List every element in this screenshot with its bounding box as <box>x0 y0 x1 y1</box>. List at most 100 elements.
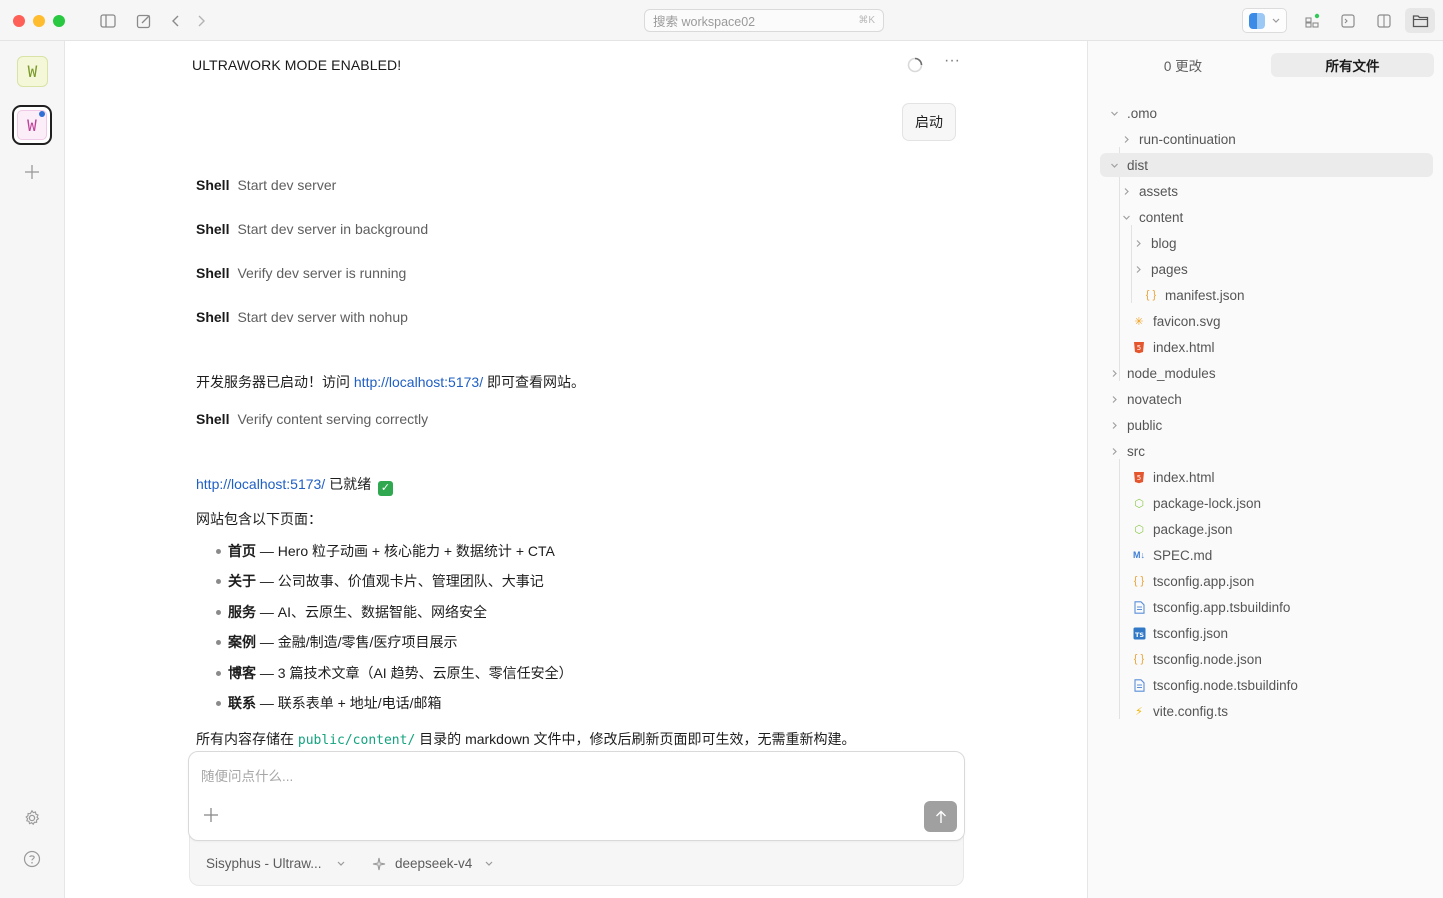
svg-file-icon: ✳ <box>1134 315 1144 328</box>
shell-step[interactable]: Shell Verify dev server is running <box>196 265 406 281</box>
new-session-icon[interactable] <box>134 11 154 31</box>
shell-label: Shell <box>196 265 230 281</box>
page-desc: — AI、云原生、数据智能、网络安全 <box>256 603 488 620</box>
chevron-down-icon <box>1120 211 1132 223</box>
pages-intro: 网站包含以下页面： <box>196 511 322 527</box>
tree-file-row[interactable]: ✳ favicon.svg <box>1100 309 1433 333</box>
tree-folder-row[interactable]: novatech <box>1100 387 1433 411</box>
back-chevron-icon[interactable] <box>166 11 186 31</box>
add-attachment-icon[interactable] <box>203 807 223 827</box>
terminal-icon[interactable] <box>1336 8 1360 33</box>
page-name: 联系 <box>228 694 256 711</box>
tree-item-label: content <box>1139 209 1184 225</box>
tree-file-row[interactable]: M↓ SPEC.md <box>1100 543 1433 567</box>
message-text: 所有内容存储在 <box>196 731 298 747</box>
shell-step[interactable]: Shell Start dev server in background <box>196 221 428 237</box>
help-icon[interactable] <box>22 849 42 869</box>
model-selector[interactable]: deepseek-v4 <box>372 856 494 871</box>
json-file-icon: { } <box>1133 575 1145 587</box>
chevron-right-icon <box>1108 393 1120 405</box>
add-workspace-icon[interactable] <box>22 162 42 182</box>
agent-label: Sisyphus - Ultraw... <box>206 856 322 871</box>
page-name: 关于 <box>228 573 256 590</box>
tree-item-label: favicon.svg <box>1153 313 1221 329</box>
workspace-sidebar: W W <box>0 41 65 898</box>
html-file-icon: 5 <box>1132 470 1146 484</box>
tree-file-row[interactable]: { } tsconfig.app.json <box>1100 569 1433 593</box>
svg-text:5: 5 <box>1137 344 1141 352</box>
file-file-icon <box>1132 600 1146 614</box>
minimize-window-button[interactable] <box>33 15 45 27</box>
tree-folder-row[interactable]: assets <box>1100 179 1433 203</box>
tree-item-label: blog <box>1151 235 1177 251</box>
tree-folder-row[interactable]: .omo <box>1100 101 1433 125</box>
search-input[interactable]: 搜索 workspace02 ⌘K <box>644 9 884 32</box>
tree-folder-row[interactable]: public <box>1100 413 1433 437</box>
workspace-avatar-2[interactable]: W <box>12 105 52 145</box>
chevron-right-icon <box>1108 367 1120 379</box>
layout-grid-icon[interactable] <box>1300 8 1324 33</box>
tree-file-row[interactable]: { } tsconfig.node.json <box>1100 647 1433 671</box>
tree-folder-row[interactable]: pages <box>1100 257 1433 281</box>
tree-file-row[interactable]: tsconfig.app.tsbuildinfo <box>1100 595 1433 619</box>
shell-step[interactable]: Shell Start dev server with nohup <box>196 309 408 325</box>
list-item: 关于 — 公司故事、价值观卡片、管理团队、大事记 <box>212 569 573 599</box>
shell-step[interactable]: Shell Start dev server <box>196 177 336 193</box>
page-name: 首页 <box>228 543 256 559</box>
workspace-letter: W <box>27 115 37 135</box>
shell-step[interactable]: Shell Verify content serving correctly <box>196 411 428 427</box>
more-options-icon[interactable]: ··· <box>942 53 962 72</box>
tab-changes[interactable]: 0 更改 <box>1128 53 1238 77</box>
settings-gear-icon[interactable] <box>22 808 42 828</box>
check-mark-icon: ✓ <box>377 481 393 496</box>
page-desc: — Hero 粒子动画 + 核心能力 + 数据统计 + CTA <box>256 543 555 559</box>
search-placeholder: 搜索 workspace02 <box>653 15 756 29</box>
tree-file-row[interactable]: tsconfig.node.tsbuildinfo <box>1100 673 1433 697</box>
send-button[interactable] <box>924 801 957 832</box>
tree-item-label: tsconfig.json <box>1153 625 1229 641</box>
tree-folder-row[interactable]: node_modules <box>1100 361 1433 385</box>
html-file-icon: 5 <box>1132 340 1146 354</box>
tab-all-files[interactable]: 所有文件 <box>1271 53 1434 77</box>
app-picker-button[interactable] <box>1242 8 1287 33</box>
tree-file-row[interactable]: ⬡ package-lock.json <box>1100 491 1433 515</box>
list-item: 首页 — Hero 粒子动画 + 核心能力 + 数据统计 + CTA <box>212 539 573 569</box>
message-composer[interactable]: 随便问点什么... <box>188 751 965 841</box>
forward-chevron-icon[interactable] <box>191 11 211 31</box>
close-window-button[interactable] <box>13 15 25 27</box>
tree-folder-row[interactable]: run-continuation <box>1100 127 1433 151</box>
tree-file-row[interactable]: ⚡ vite.config.ts <box>1100 699 1433 723</box>
files-panel: 0 更改 所有文件 .omo run-continuation dist assets… <box>1087 41 1443 898</box>
npm-file-icon: ⬡ <box>1134 523 1144 536</box>
shell-label: Shell <box>196 411 230 427</box>
message-text: 目录的 markdown 文件中，修改后刷新页面即可生效，无需重新构建。 <box>415 731 856 747</box>
tree-file-row[interactable]: { } manifest.json <box>1100 283 1433 307</box>
zoom-window-button[interactable] <box>53 15 65 27</box>
message-text: 开发服务器已启动！访问 <box>196 374 354 390</box>
tree-item-label: package.json <box>1153 521 1233 537</box>
pages-list: 首页 — Hero 粒子动画 + 核心能力 + 数据统计 + CTA 关于 — … <box>212 539 573 721</box>
tree-file-row[interactable]: TS tsconfig.json <box>1100 621 1433 645</box>
tree-folder-row[interactable]: dist <box>1100 153 1433 177</box>
chevron-right-icon <box>1120 133 1132 145</box>
agent-selector[interactable]: Sisyphus - Ultraw... <box>206 856 346 871</box>
tree-file-row[interactable]: 5 index.html <box>1100 335 1433 359</box>
files-panel-toggle-icon[interactable] <box>1405 8 1435 33</box>
tree-folder-row[interactable]: blog <box>1100 231 1433 255</box>
tree-folder-row[interactable]: src <box>1100 439 1433 463</box>
composer-input[interactable]: 随便问点什么... <box>201 765 293 785</box>
tree-item-label: tsconfig.node.json <box>1153 651 1262 667</box>
split-view-icon[interactable] <box>1372 8 1396 33</box>
workspace-avatar-1[interactable]: W <box>17 56 48 87</box>
localhost-link[interactable]: http://localhost:5173/ <box>354 374 483 390</box>
localhost-link[interactable]: http://localhost:5173/ <box>196 476 325 492</box>
tree-folder-row[interactable]: content <box>1100 205 1433 229</box>
chevron-right-icon <box>1120 185 1132 197</box>
page-desc: — 金融/制造/零售/医疗项目展示 <box>256 634 458 651</box>
tree-file-row[interactable]: ⬡ package.json <box>1100 517 1433 541</box>
session-title: ULTRAWORK MODE ENABLED! <box>192 57 402 73</box>
svg-text:5: 5 <box>1137 474 1141 482</box>
chevron-down-icon <box>1272 18 1279 23</box>
tree-file-row[interactable]: 5 index.html <box>1100 465 1433 489</box>
toggle-sidebar-icon[interactable] <box>98 11 118 31</box>
